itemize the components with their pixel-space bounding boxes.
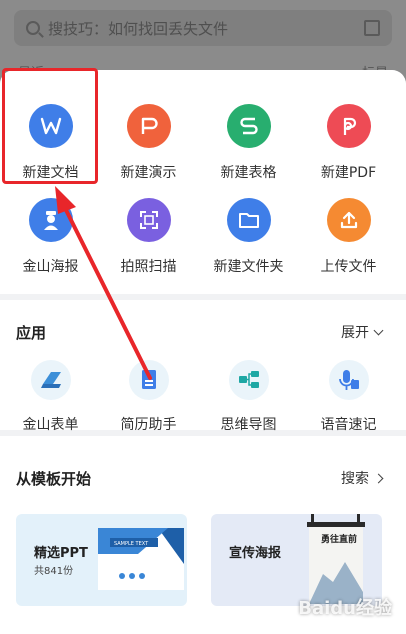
- baidu-watermark: Baidu经验: [298, 598, 392, 619]
- annotation-arrow: [55, 186, 152, 380]
